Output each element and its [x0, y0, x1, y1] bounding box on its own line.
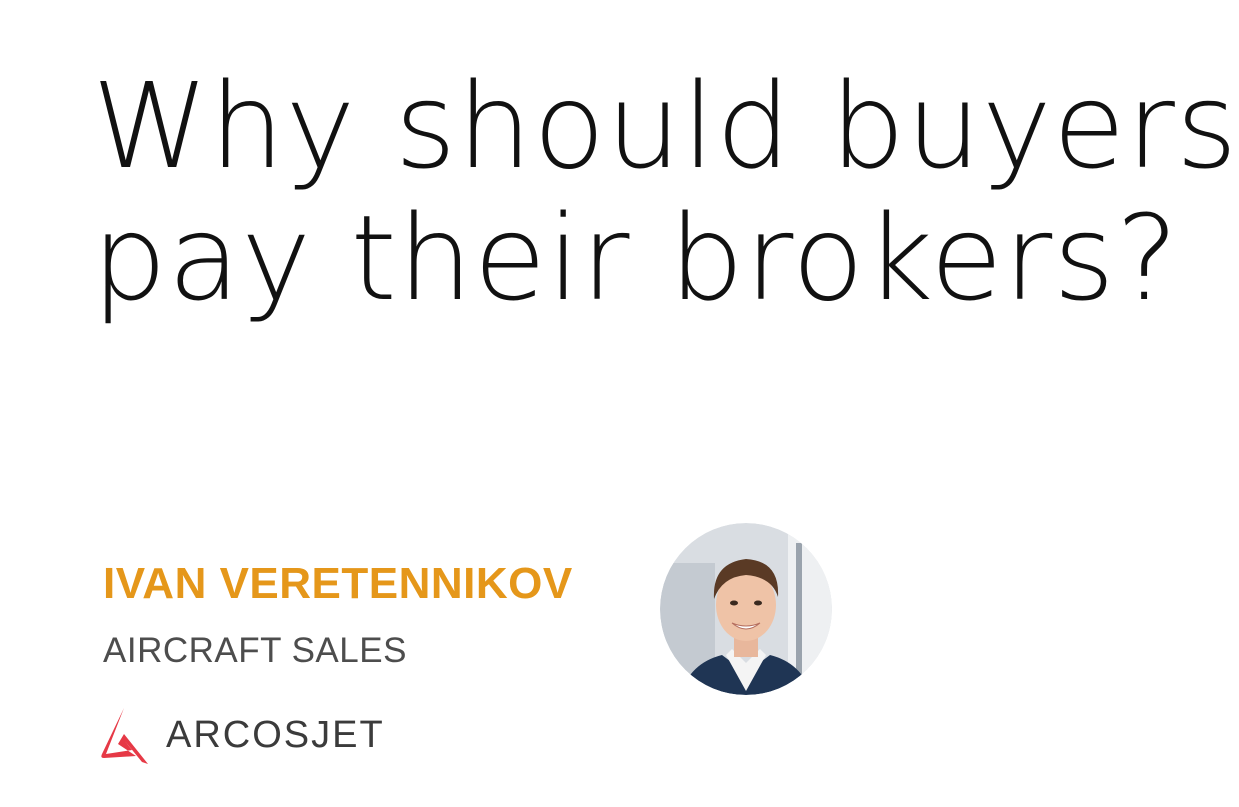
headline: Why should buyers pay their brokers?	[92, 60, 1238, 324]
slide: Why should buyers pay their brokers? IVA…	[0, 0, 1239, 807]
author-photo	[660, 523, 832, 695]
author-name: IVAN VERETENNIKOV	[103, 559, 573, 608]
author-role: AIRCRAFT SALES	[103, 631, 407, 670]
arcosjet-logo-icon	[101, 708, 148, 764]
brand-logo: ARCOSJET	[96, 703, 385, 767]
brand-name: ARCOSJET	[166, 714, 385, 756]
headline-line-2: pay their brokers?	[92, 189, 1180, 327]
headline-line-1: Why should buyers	[92, 57, 1239, 195]
